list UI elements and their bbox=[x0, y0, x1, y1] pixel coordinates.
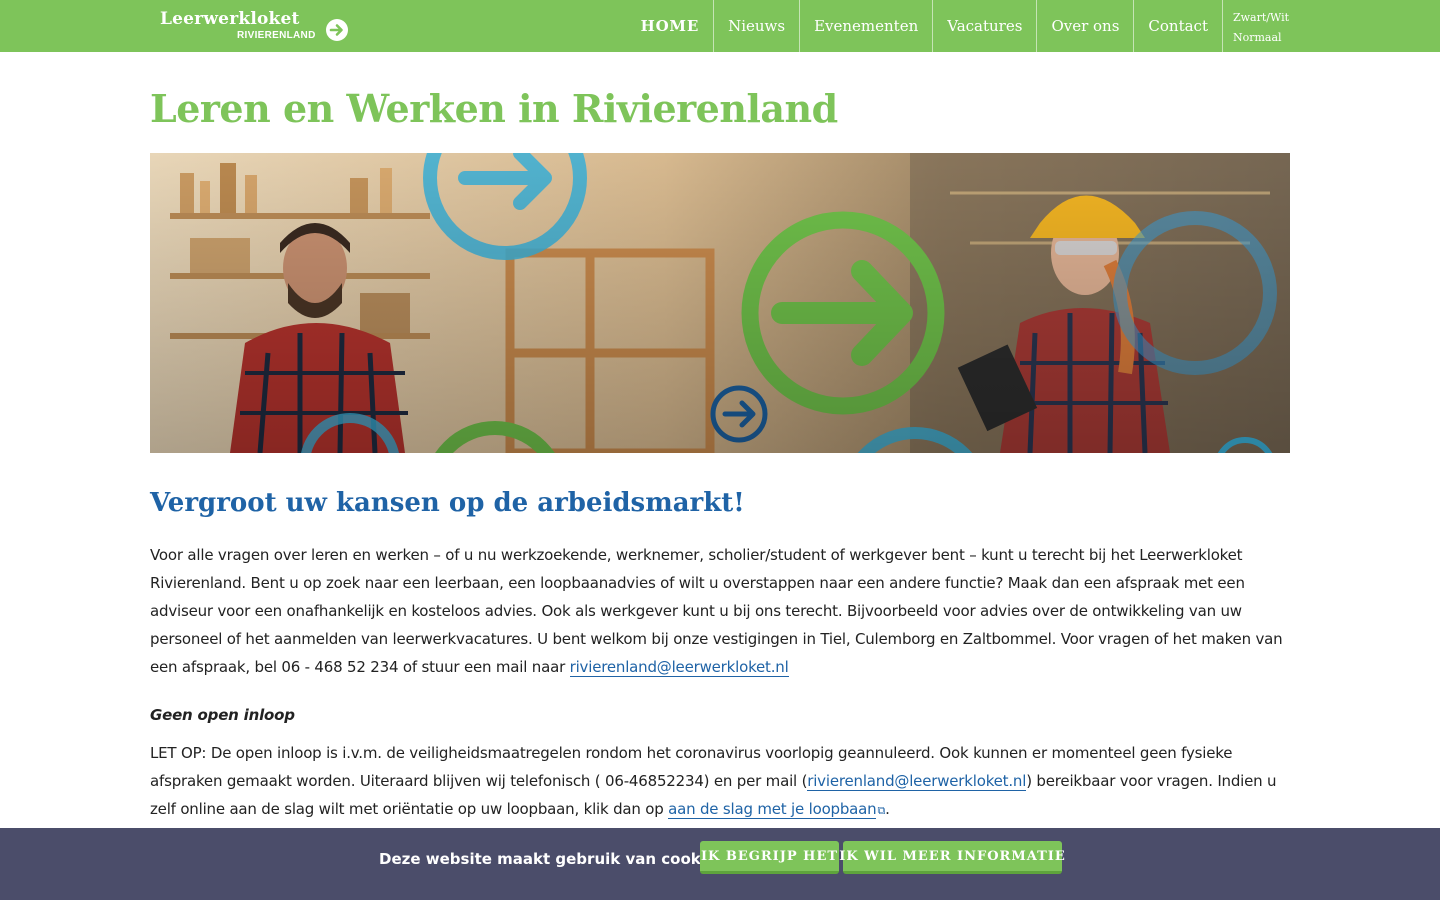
external-link-icon: ⧉ bbox=[877, 804, 886, 817]
arrow-right-circle-icon bbox=[326, 19, 348, 41]
cookie-more-info-button[interactable]: IK WIL MEER INFORMATIE bbox=[839, 841, 1065, 874]
intro-paragraph: Voor alle vragen over leren en werken – … bbox=[150, 541, 1290, 681]
nav-item-vacatures[interactable]: Vacatures bbox=[932, 0, 1036, 52]
logo-wordmark: Leerwerkloket bbox=[160, 9, 300, 29]
nav-item-nieuws[interactable]: Nieuws bbox=[713, 0, 799, 52]
nav-item-evenementen[interactable]: Evenementen bbox=[799, 0, 932, 52]
career-link[interactable]: aan de slag met je loopbaan bbox=[668, 800, 877, 819]
section-heading: Vergroot uw kansen op de arbeidsmarkt! bbox=[150, 488, 745, 518]
hero-illustration bbox=[150, 153, 1290, 453]
main-nav: HOME Nieuws Evenementen Vacatures Over o… bbox=[627, 0, 1290, 52]
cookie-accept-button[interactable]: IK BEGRIJP HET bbox=[700, 841, 839, 874]
cookie-banner: Deze website maakt gebruik van cookies I… bbox=[0, 828, 1440, 900]
intro-text: Voor alle vragen over leren en werken – … bbox=[150, 546, 1283, 676]
notice-heading: Geen open inloop bbox=[150, 706, 295, 724]
notice-paragraph: LET OP: De open inloop is i.v.m. de veil… bbox=[150, 739, 1290, 825]
contrast-switcher: Zwart/Wit Normaal bbox=[1222, 0, 1290, 52]
page-title: Leren en Werken in Rivierenland bbox=[150, 86, 838, 131]
nav-item-over-ons[interactable]: Over ons bbox=[1036, 0, 1133, 52]
logo-region: RIVIERENLAND bbox=[237, 30, 316, 41]
email-link[interactable]: rivierenland@leerwerkloket.nl bbox=[569, 658, 789, 677]
notice-email-link[interactable]: rivierenland@leerwerkloket.nl bbox=[807, 772, 1026, 791]
hero-image bbox=[150, 153, 1290, 453]
notice-text-part3: . bbox=[885, 800, 890, 818]
cookie-message: Deze website maakt gebruik van cookies bbox=[379, 850, 725, 868]
main-content: Voor alle vragen over leren en werken – … bbox=[150, 541, 1290, 845]
contrast-normal-link[interactable]: Normaal bbox=[1233, 28, 1290, 48]
contrast-bw-link[interactable]: Zwart/Wit bbox=[1233, 8, 1290, 28]
site-logo[interactable]: Leerwerkloket RIVIERENLAND bbox=[160, 8, 355, 46]
nav-item-contact[interactable]: Contact bbox=[1133, 0, 1222, 52]
top-navigation-bar: Leerwerkloket RIVIERENLAND HOME Nieuws E… bbox=[0, 0, 1440, 52]
nav-item-home[interactable]: HOME bbox=[627, 0, 713, 52]
